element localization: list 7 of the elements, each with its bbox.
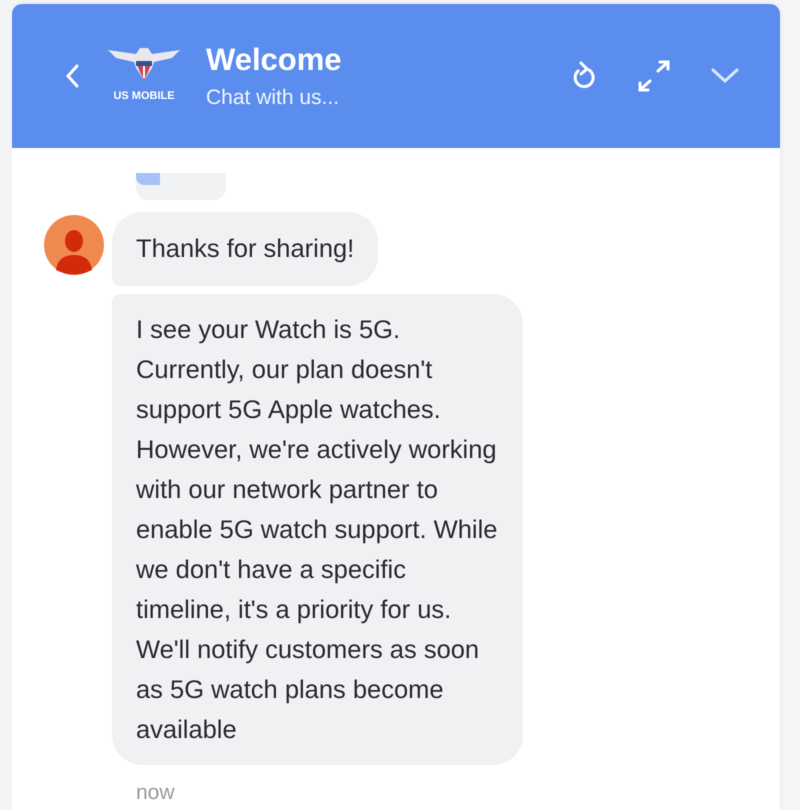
chat-title: Welcome: [206, 42, 342, 78]
message-text: Thanks for sharing!: [136, 234, 354, 265]
message-text: I see your Watch is 5G. Currently, our plan doesn't support 5G Apple watches. However, we're actively working with our network partner to enable 5G watch support. While we don't have a specific timeline, it's a priority for us. We'll notify customers as soon as 5G watch plans become available: [136, 315, 498, 746]
avatar-icon: [44, 215, 104, 275]
timestamp: now: [136, 781, 175, 805]
chat-subtitle: Chat with us...: [206, 86, 340, 110]
logo-text: US MOBILE: [113, 90, 175, 102]
